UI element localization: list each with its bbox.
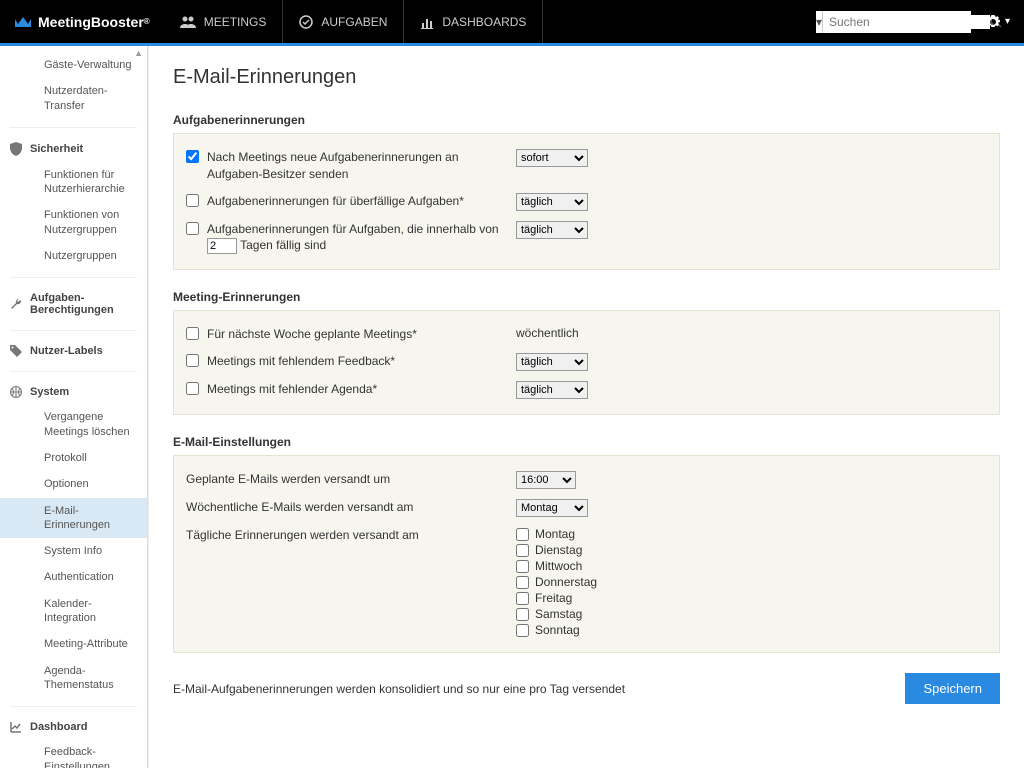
sel-missing-agenda[interactable]: täglich [516,381,588,399]
chart-icon [420,15,434,29]
chk-day-do[interactable] [516,576,529,589]
sidebar-item-sys-cal[interactable]: Kalender-Integration [0,591,147,632]
chk-new-task-reminders[interactable] [186,150,199,163]
chk-missing-feedback[interactable] [186,354,199,367]
lbl-weekly-day: Wöchentliche E-Mails werden versandt am [186,499,413,516]
sel-overdue[interactable]: täglich [516,193,588,211]
lbl-missing-feedback: Meetings mit fehlendem Feedback* [207,353,395,370]
sidebar-item-sys-proto[interactable]: Protokoll [0,445,147,471]
people-icon [180,15,196,29]
lbl-due-within: Aufgabenerinnerungen für Aufgaben, die i… [207,221,516,255]
main-nav: MEETINGS AUFGABEN DASHBOARDS [164,0,544,43]
sidebar-item-sys-attr[interactable]: Meeting-Attribute [0,631,147,657]
panel-meeting-reminders: Für nächste Woche geplante Meetings* wöc… [173,310,1000,415]
settings-menu[interactable]: ▾ [985,14,1010,30]
search-input[interactable] [823,15,990,29]
chk-day-so[interactable] [516,624,529,637]
content-area: E-Mail-Erinnerungen Aufgabenerinnerungen… [148,46,1024,768]
section-meeting-reminders-title: Meeting-Erinnerungen [173,290,1000,304]
lbl-missing-agenda: Meetings mit fehlender Agenda* [207,381,377,398]
lbl-send-time: Geplante E-Mails werden versandt um [186,471,390,488]
chk-missing-agenda[interactable] [186,382,199,395]
page-title: E-Mail-Erinnerungen [173,66,1000,89]
save-button[interactable]: Speichern [905,673,1000,704]
sidebar: ▲ Gäste-Verwaltung Nutzerdaten-Transfer … [0,46,148,768]
check-circle-icon [299,15,313,29]
sidebar-item-sec-hier[interactable]: Funktionen für Nutzerhierarchie [0,162,147,203]
chk-day-sa[interactable] [516,608,529,621]
input-due-days[interactable] [207,238,237,254]
sidebar-item-dash-fb[interactable]: Feedback-Einstellungen [0,739,147,768]
chart-line-icon [10,721,22,733]
shield-icon [10,142,22,156]
lbl-overdue: Aufgabenerinnerungen für überfällige Auf… [207,193,464,210]
nav-dashboards-label: DASHBOARDS [442,15,526,29]
gear-icon [985,14,1001,30]
chk-day-mi[interactable] [516,560,529,573]
sidebar-head-security[interactable]: Sicherheit [0,136,147,162]
lbl-new-task-reminders: Nach Meetings neue Aufgabenerinnerungen … [207,149,516,183]
chevron-down-icon: ▾ [1005,16,1010,27]
section-task-reminders-title: Aufgabenerinnerungen [173,113,1000,127]
sidebar-item-sys-auth[interactable]: Authentication [0,564,147,590]
sel-weekly-day[interactable]: Montag [516,499,588,517]
sidebar-item-sys-info[interactable]: System Info [0,538,147,564]
tag-icon [10,345,22,357]
sel-send-time[interactable]: 16:00 [516,471,576,489]
sidebar-head-labels[interactable]: Nutzer-Labels [0,339,147,363]
crown-icon [14,15,32,29]
chk-day-fr[interactable] [516,592,529,605]
daily-days-list: Montag Dienstag Mittwoch Donnerstag Frei… [516,527,597,637]
sidebar-head-dashboard[interactable]: Dashboard [0,715,147,739]
nav-meetings-label: MEETINGS [204,15,267,29]
chk-next-week[interactable] [186,327,199,340]
chk-day-mo[interactable] [516,528,529,541]
sidebar-item-guests[interactable]: Gäste-Verwaltung [0,52,147,78]
sidebar-item-sys-options[interactable]: Optionen [0,471,147,497]
brand-text: MeetingBooster [38,14,144,30]
sidebar-item-sys-agenda[interactable]: Agenda-Themenstatus [0,658,147,699]
sel-due-within[interactable]: täglich [516,221,588,239]
lbl-next-week: Für nächste Woche geplante Meetings* [207,326,417,343]
val-next-week: wöchentlich [516,326,579,340]
section-email-settings-title: E-Mail-Einstellungen [173,435,1000,449]
nav-dashboards[interactable]: DASHBOARDS [404,0,543,43]
sidebar-head-system[interactable]: System [0,380,147,404]
topbar: MeetingBooster® MEETINGS AUFGABEN DASHBO… [0,0,1024,46]
search-scope-dropdown[interactable]: ▾ [816,11,823,33]
panel-email-settings: Geplante E-Mails werden versandt um 16:0… [173,455,1000,653]
brand-logo: MeetingBooster® [0,14,164,30]
sidebar-item-sec-groups[interactable]: Funktionen von Nutzergruppen [0,202,147,243]
nav-tasks-label: AUFGABEN [321,15,387,29]
sidebar-item-usertransfer[interactable]: Nutzerdaten-Transfer [0,78,147,119]
scroll-up-icon[interactable]: ▲ [134,48,143,58]
wrench-icon [10,298,22,310]
lbl-daily-days: Tägliche Erinnerungen werden versandt am [186,527,419,544]
search-box[interactable]: ▾ [816,11,971,33]
globe-icon [10,386,22,398]
chk-overdue[interactable] [186,194,199,207]
sel-new-task-reminders[interactable]: sofort [516,149,588,167]
sidebar-head-taskperm[interactable]: Aufgaben-Berechtigungen [0,286,147,322]
sel-missing-feedback[interactable]: täglich [516,353,588,371]
chk-day-di[interactable] [516,544,529,557]
sidebar-item-sys-delpast[interactable]: Vergangene Meetings löschen [0,404,147,445]
sidebar-item-sec-usergroups[interactable]: Nutzergruppen [0,243,147,269]
sidebar-item-sys-email[interactable]: E-Mail-Erinnerungen [0,498,147,539]
nav-tasks[interactable]: AUFGABEN [283,0,404,43]
nav-meetings[interactable]: MEETINGS [164,0,284,43]
panel-task-reminders: Nach Meetings neue Aufgabenerinnerungen … [173,133,1000,270]
chk-due-within[interactable] [186,222,199,235]
footnote: E-Mail-Aufgabenerinnerungen werden konso… [173,682,905,696]
